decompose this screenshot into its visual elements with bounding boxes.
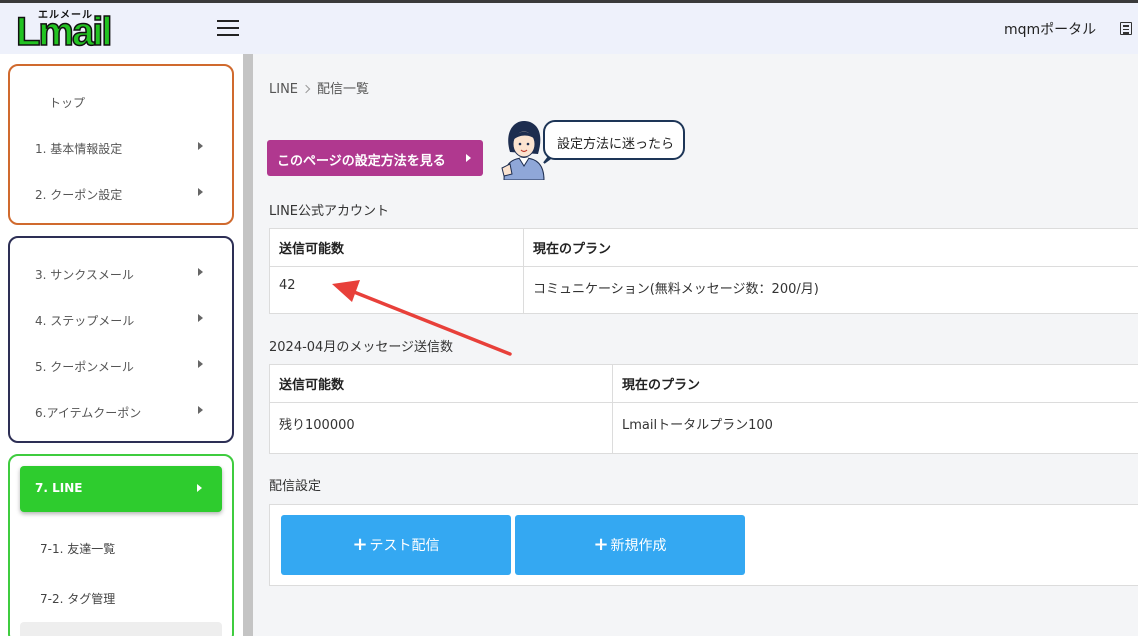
sidebar-subitem-friends[interactable]: 7-1. 友達一覧 [40,540,115,557]
sidebar-subitem-tags[interactable]: 7-2. タグ管理 [40,590,115,607]
sidebar-item-line[interactable]: 7. LINE [20,466,222,512]
caret-right-icon [197,484,202,492]
sidebar-subitem-next[interactable] [20,622,222,636]
table-row: 残り100000 Lmailトータルプラン100 [269,402,1138,454]
delivery-section-title: 配信設定 [269,479,322,494]
sidebar-item-label: 4. ステップメール [35,314,135,328]
test-delivery-button[interactable]: + テスト配信 [281,515,511,575]
sidebar-item-thanks-mail[interactable]: 3. サンクスメール [10,258,232,288]
caret-right-icon [198,142,203,150]
sidebar-item-step-mail[interactable]: 4. ステップメール [10,304,232,334]
caret-right-icon [198,406,203,414]
sidebar-item-item-coupon[interactable]: 6.アイテムクーポン [10,396,232,426]
sidebar-item-label: 5. クーポンメール [35,360,134,374]
help-speech-bubble[interactable]: 設定方法に迷ったら [543,120,685,160]
caret-right-icon [198,360,203,368]
table-header-row: 送信可能数 現在のプラン [269,364,1138,403]
delivery-settings-box: + テスト配信 + 新規作成 [269,504,1138,586]
sidebar-item-label: 3. サンクスメール [35,268,134,282]
sidebar-item-label: 1. 基本情報設定 [35,142,123,156]
test-delivery-label: テスト配信 [369,538,440,554]
caret-right-icon [198,314,203,322]
sidebar-item-basic-info[interactable]: 1. 基本情報設定 [10,132,232,162]
plus-icon: + [593,534,609,555]
table-header-row: 送信可能数 現在のプラン [269,228,1138,267]
caret-right-icon [198,188,203,196]
logo-text: Lmail [15,10,113,54]
top-header: mqmポータル [253,3,1138,54]
app-logo[interactable]: エルメール Lmail [15,6,131,54]
sidebar-item-coupon-settings[interactable]: 2. クーポン設定 [10,178,232,208]
breadcrumb-current: 配信一覧 [317,82,370,97]
sidebar-item-label: トップ [49,96,86,110]
remaining-count-cell: 残り100000 [269,402,613,454]
plus-icon: + [352,534,368,555]
monthly-plan-cell: Lmailトータルプラン100 [612,402,1138,454]
sidebar-scrollbar[interactable] [243,54,253,636]
create-new-label: 新規作成 [610,538,667,554]
sidebar-item-top[interactable]: トップ [10,86,232,116]
account-section-title: LINE公式アカウント [269,204,390,219]
sidebar-item-label: 2. クーポン設定 [35,188,123,202]
help-bubble-text: 設定方法に迷ったら [557,137,675,152]
sidebar-item-label: 7. LINE [35,481,83,495]
current-plan-cell: コミュニケーション(無料メッセージ数：200/月) [523,266,1138,314]
nav-group-mail: 3. サンクスメール 4. ステップメール 5. クーポンメール 6.アイテムク… [8,236,234,443]
annotation-arrow-icon [332,280,512,356]
caret-right-icon [466,154,471,162]
hamburger-menu-icon[interactable] [217,20,239,36]
column-header: 送信可能数 [269,228,524,267]
monthly-table: 送信可能数 現在のプラン 残り100000 Lmailトータルプラン100 [269,364,1138,454]
chevron-right-icon [301,84,311,94]
sidebar-item-coupon-mail[interactable]: 5. クーポンメール [10,350,232,380]
document-icon[interactable] [1120,22,1132,35]
nav-group-line: 7. LINE 7-1. 友達一覧 7-2. タグ管理 [8,454,234,636]
support-operator-icon [501,120,545,180]
column-header: 現在のプラン [523,228,1138,267]
breadcrumb: LINE 配信一覧 [269,78,369,97]
howto-guide-button[interactable]: このページの設定方法を見る [267,140,483,176]
column-header: 送信可能数 [269,364,613,403]
breadcrumb-root[interactable]: LINE [269,82,298,97]
sidebar: エルメール Lmail トップ 1. 基本情報設定 2. クーポン設定 3. サ… [0,3,253,636]
logo-area: エルメール Lmail [0,3,253,54]
caret-right-icon [198,268,203,276]
column-header: 現在のプラン [612,364,1138,403]
create-new-button[interactable]: + 新規作成 [515,515,745,575]
portal-link[interactable]: mqmポータル [1004,19,1096,39]
nav-group-basic: トップ 1. 基本情報設定 2. クーポン設定 [8,64,234,225]
howto-guide-label: このページの設定方法を見る [277,154,446,169]
sidebar-item-label: 6.アイテムクーポン [35,406,142,420]
